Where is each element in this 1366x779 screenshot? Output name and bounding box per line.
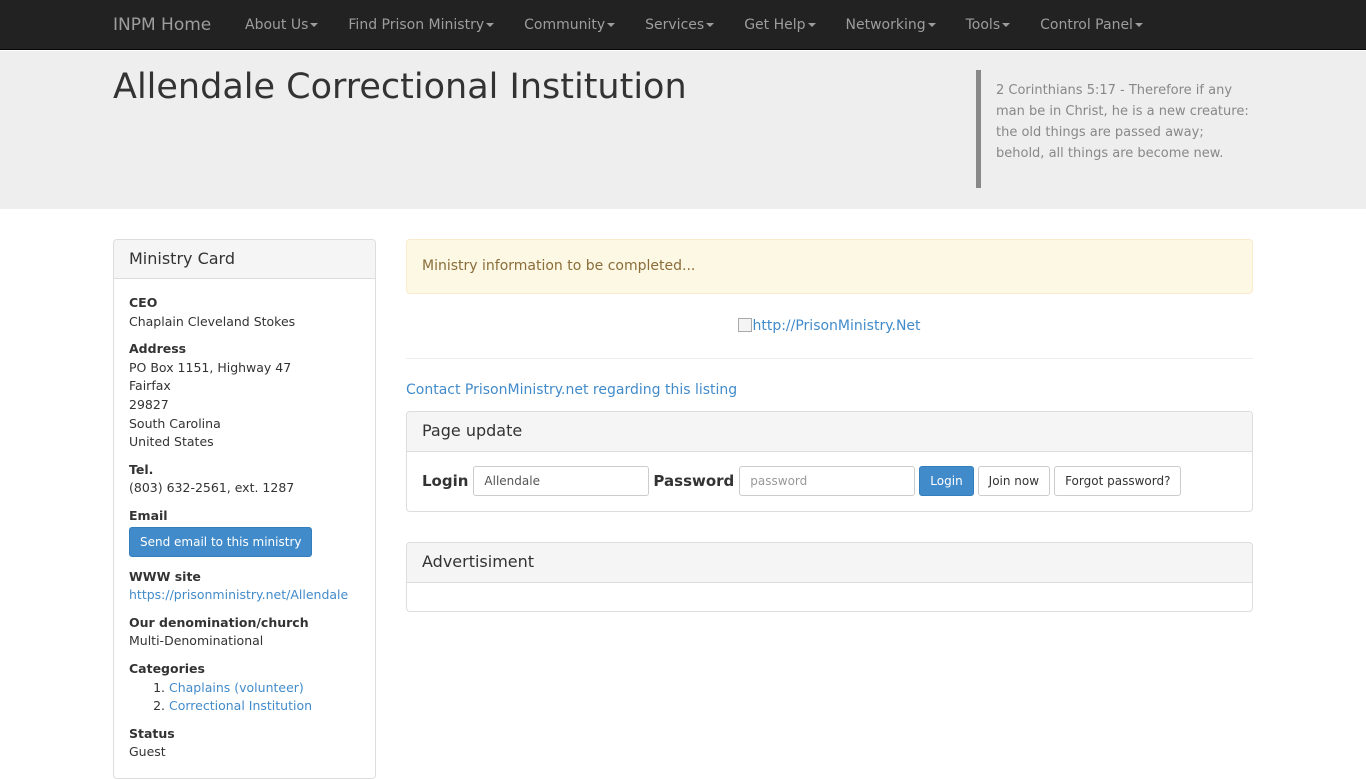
address-line: Fairfax — [129, 378, 171, 394]
nav-control-panel[interactable]: Control Panel — [1040, 0, 1143, 50]
nav-item-label: Community — [524, 17, 606, 33]
page-update-panel: Page update Login Password Login Join no… — [406, 411, 1253, 512]
send-email-button[interactable]: Send email to this ministry — [129, 526, 313, 557]
email-label: Email — [129, 507, 168, 523]
advertisement-heading: Advertisiment — [407, 543, 1252, 583]
www-label: WWW site — [129, 568, 201, 584]
caret-down-icon — [1134, 23, 1143, 27]
contact-listing-link[interactable]: Contact PrisonMinistry.net regarding thi… — [406, 380, 737, 400]
login-input[interactable] — [473, 466, 650, 496]
status-label: Status — [129, 725, 175, 741]
ministry-card-body: CEO Chaplain Cleveland Stokes Address PO… — [114, 279, 375, 762]
nav-item-label: Networking — [845, 17, 926, 33]
categories-list: Chaplains (volunteer) Correctional Insti… — [129, 679, 360, 716]
tel-label: Tel. — [129, 461, 154, 477]
www-link[interactable]: https://prisonministry.net/Allendale — [129, 587, 348, 602]
page-title: Allendale Correctional Institution — [113, 67, 687, 107]
top-navbar: INPM Home About Us Find Prison Ministry … — [0, 0, 1366, 50]
divider — [406, 358, 1253, 359]
denomination-label: Our denomination/church — [129, 614, 309, 630]
banner-image-link[interactable]: http://PrisonMinistry.Net — [738, 318, 921, 334]
caret-down-icon — [607, 23, 616, 27]
scripture-quote: 2 Corinthians 5:17 - Therefore if any ma… — [976, 70, 1256, 188]
category-link[interactable]: Chaplains (volunteer) — [169, 680, 304, 695]
banner-alt-text: http://PrisonMinistry.Net — [752, 318, 921, 334]
address-line: PO Box 1151, Highway 47 — [129, 359, 292, 375]
category-link[interactable]: Correctional Institution — [169, 698, 312, 713]
address-line: 29827 — [129, 396, 169, 412]
list-item: Correctional Institution — [169, 697, 360, 716]
address-line: South Carolina — [129, 415, 221, 431]
page-header: Allendale Correctional Institution 2 Cor… — [0, 51, 1366, 209]
page-update-heading: Page update — [407, 412, 1252, 452]
forgot-password-button[interactable]: Forgot password? — [1054, 466, 1182, 496]
denomination-value: Multi-Denominational — [129, 633, 264, 649]
broken-image-icon — [738, 318, 753, 332]
banner-container: http://PrisonMinistry.Net — [406, 316, 1253, 336]
nav-item-label: Services — [645, 17, 705, 33]
nav-networking[interactable]: Networking — [846, 0, 936, 50]
nav-services[interactable]: Services — [645, 0, 715, 50]
categories-label: Categories — [129, 660, 205, 676]
ceo-label: CEO — [129, 295, 158, 310]
password-label: Password — [653, 472, 735, 490]
nav-item-label: Find Prison Ministry — [348, 17, 485, 33]
ministry-card-panel: Ministry Card CEO Chaplain Cleveland Sto… — [113, 239, 376, 779]
brand-home-link[interactable]: INPM Home — [113, 0, 211, 50]
status-value: Guest — [129, 744, 166, 760]
password-input[interactable] — [739, 466, 916, 496]
nav-community[interactable]: Community — [524, 0, 616, 50]
advertisement-panel: Advertisiment — [406, 542, 1253, 612]
caret-down-icon — [1002, 23, 1011, 27]
list-item: Chaplains (volunteer) — [169, 679, 360, 698]
caret-down-icon — [486, 23, 495, 27]
login-form: Login Password Login Join now Forgot pas… — [422, 466, 1185, 496]
address-label: Address — [129, 341, 187, 357]
ministry-card-heading: Ministry Card — [114, 240, 375, 279]
nav-menu: About Us Find Prison Ministry Community … — [245, 0, 1173, 50]
caret-down-icon — [706, 23, 715, 27]
caret-down-icon — [807, 23, 816, 27]
nav-get-help[interactable]: Get Help — [744, 0, 816, 50]
caret-down-icon — [927, 23, 936, 27]
info-alert: Ministry information to be completed... — [406, 239, 1253, 294]
nav-item-label: Control Panel — [1040, 17, 1133, 33]
login-button[interactable]: Login — [919, 466, 974, 496]
address-line: United States — [129, 434, 214, 450]
nav-item-label: Tools — [965, 17, 1001, 33]
nav-item-label: Get Help — [744, 17, 806, 33]
nav-tools[interactable]: Tools — [966, 0, 1011, 50]
nav-about-us[interactable]: About Us — [245, 0, 319, 50]
ceo-value: Chaplain Cleveland Stokes — [129, 313, 296, 329]
nav-find-prison-ministry[interactable]: Find Prison Ministry — [348, 0, 495, 50]
tel-value: (803) 632-2561, ext. 1287 — [129, 480, 295, 496]
nav-item-label: About Us — [245, 17, 309, 33]
join-now-button[interactable]: Join now — [977, 466, 1051, 496]
caret-down-icon — [310, 23, 319, 27]
login-label: Login — [422, 472, 469, 490]
